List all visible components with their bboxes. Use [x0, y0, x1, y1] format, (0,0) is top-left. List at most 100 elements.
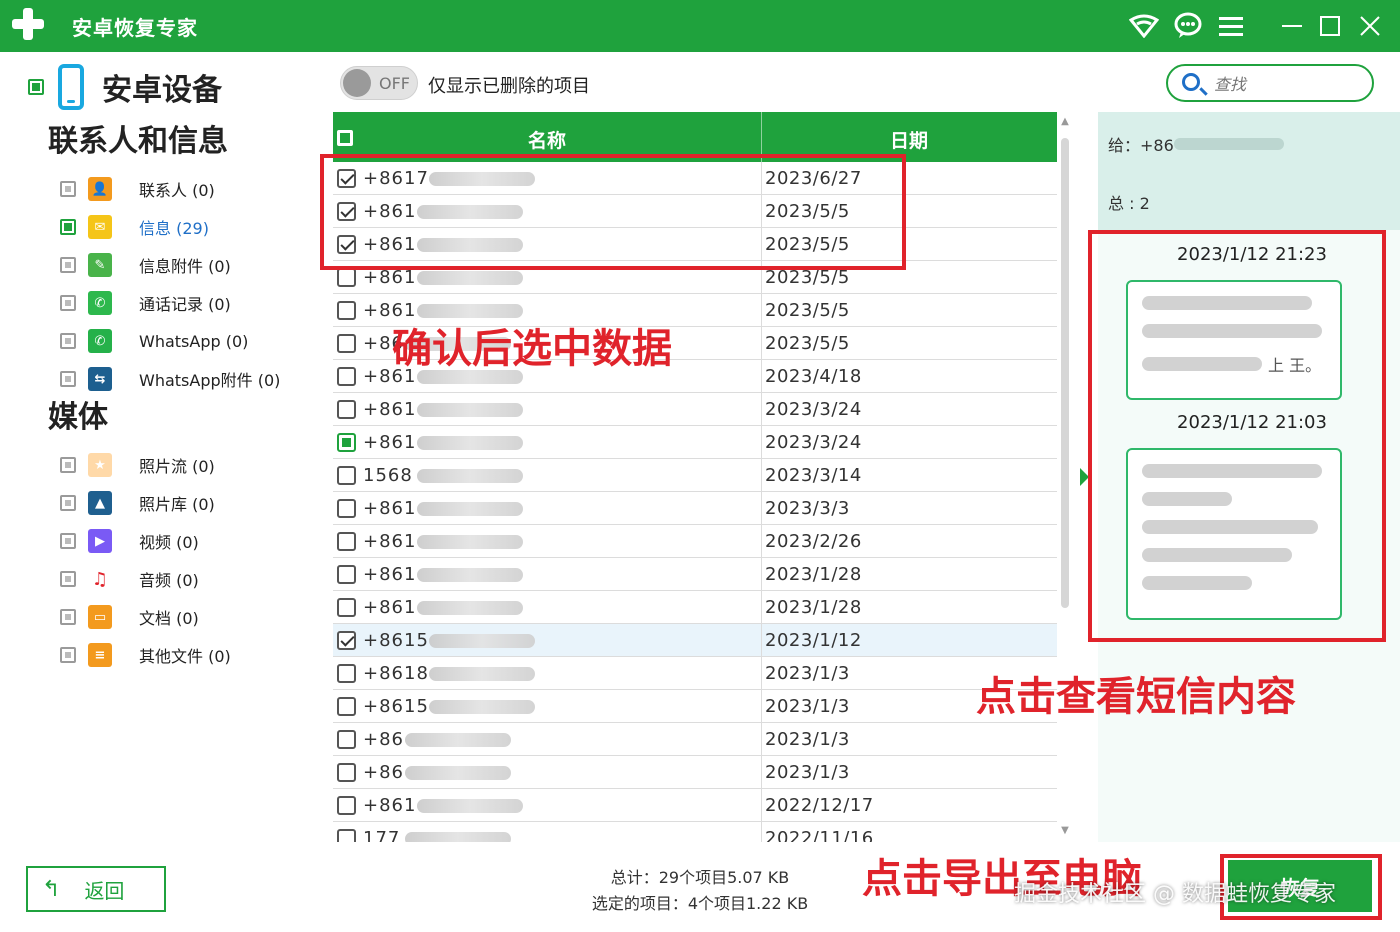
row-checkbox[interactable]: [337, 268, 356, 287]
sidebar-item-label: 照片库 (0): [139, 495, 215, 514]
table-row[interactable]: +86 2023/1/3: [333, 723, 1057, 756]
scrollbar-thumb[interactable]: [1061, 138, 1069, 608]
row-checkbox[interactable]: [337, 433, 356, 452]
search-input[interactable]: [1214, 72, 1354, 96]
row-date: 2023/5/5: [765, 267, 850, 288]
row-date: 2023/5/5: [765, 300, 850, 321]
chat-icon[interactable]: [1170, 8, 1206, 44]
table-row[interactable]: +86 2023/1/3: [333, 756, 1057, 789]
sidebar-item-other-files[interactable]: ≡ 其他文件 (0): [60, 642, 231, 668]
row-date: 2023/5/5: [765, 333, 850, 354]
row-checkbox[interactable]: [337, 796, 356, 815]
column-header-name[interactable]: 名称: [333, 126, 761, 153]
category-checkbox[interactable]: [60, 647, 76, 663]
category-checkbox[interactable]: [60, 571, 76, 587]
row-number-blurred: [417, 403, 523, 417]
row-phone-number: +861: [363, 267, 417, 288]
table-row[interactable]: +861 2023/3/24: [333, 426, 1057, 459]
sidebar-item-photo-stream[interactable]: ★ 照片流 (0): [60, 452, 215, 478]
row-checkbox[interactable]: [337, 730, 356, 749]
sidebar-item-label: WhatsApp (0): [139, 331, 249, 351]
back-button[interactable]: ↰ 返回: [26, 866, 166, 912]
table-row[interactable]: +861 2023/3/3: [333, 492, 1057, 525]
row-checkbox[interactable]: [337, 400, 356, 419]
sidebar-item-contacts[interactable]: 👤 联系人 (0): [60, 176, 215, 202]
table-row[interactable]: +861 2022/12/17: [333, 789, 1057, 822]
row-checkbox[interactable]: [337, 334, 356, 353]
table-row[interactable]: 1568 2023/3/14: [333, 459, 1057, 492]
sidebar-item-document[interactable]: ▭ 文档 (0): [60, 604, 199, 630]
scroll-down-icon[interactable]: ▼: [1059, 825, 1071, 836]
row-checkbox[interactable]: [337, 829, 356, 842]
row-checkbox[interactable]: [337, 499, 356, 518]
sidebar-item-video[interactable]: ▶ 视频 (0): [60, 528, 199, 554]
row-checkbox[interactable]: [337, 664, 356, 683]
row-number-blurred: [417, 601, 523, 615]
table-row[interactable]: +861 2023/3/24: [333, 393, 1057, 426]
back-button-label: 返回: [84, 878, 125, 903]
row-number-blurred: [417, 535, 523, 549]
category-checkbox[interactable]: [60, 495, 76, 511]
category-checkbox[interactable]: [60, 609, 76, 625]
row-date: 2022/11/16: [765, 828, 874, 842]
close-icon[interactable]: [1352, 8, 1388, 44]
maximize-icon[interactable]: [1312, 8, 1348, 44]
sidebar-item-messages[interactable]: ✉ 信息 (29): [60, 214, 209, 240]
device-row[interactable]: 安卓设备: [28, 62, 222, 112]
search-icon[interactable]: [1182, 73, 1200, 91]
table-row[interactable]: +861 2023/1/28: [333, 591, 1057, 624]
deleted-only-toggle[interactable]: OFF: [340, 66, 418, 100]
row-phone-number: +861: [363, 597, 417, 618]
row-checkbox[interactable]: [337, 763, 356, 782]
sidebar-item-whatsapp[interactable]: ✆ WhatsApp (0): [60, 328, 248, 354]
annotation-view-sms: 点击查看短信内容: [976, 674, 1296, 720]
minimize-icon[interactable]: [1274, 8, 1310, 44]
sidebar-item-photo-library[interactable]: ▲ 照片库 (0): [60, 490, 215, 516]
category-checkbox[interactable]: [60, 219, 76, 235]
photo-library-icon: ▲: [88, 491, 112, 515]
search-box[interactable]: [1166, 64, 1374, 102]
row-number-blurred: [429, 634, 535, 648]
category-checkbox[interactable]: [60, 457, 76, 473]
row-date: 2022/12/17: [765, 795, 874, 816]
wifi-icon[interactable]: [1126, 8, 1162, 44]
scroll-up-icon[interactable]: ▲: [1059, 116, 1071, 127]
sidebar-item-label: 文档 (0): [139, 609, 199, 628]
category-checkbox[interactable]: [60, 371, 76, 387]
row-checkbox[interactable]: [337, 598, 356, 617]
sidebar-item-attachment[interactable]: ✎ 信息附件 (0): [60, 252, 231, 278]
row-number-blurred: [417, 502, 523, 516]
app-window: 安卓恢复专家 安卓设备 联系人和信息 👤 联系人 (0) ✉ 信息 (29) ✎ 信息附件…: [0, 0, 1400, 932]
category-checkbox[interactable]: [60, 295, 76, 311]
device-checkbox[interactable]: [28, 79, 44, 95]
row-date: 2023/2/26: [765, 531, 862, 552]
row-checkbox[interactable]: [337, 367, 356, 386]
row-checkbox[interactable]: [337, 697, 356, 716]
category-checkbox[interactable]: [60, 257, 76, 273]
column-header-date[interactable]: 日期: [761, 126, 1057, 153]
sidebar-item-audio[interactable]: ♫ 音频 (0): [60, 566, 199, 592]
row-checkbox[interactable]: [337, 301, 356, 320]
menu-icon[interactable]: [1213, 8, 1249, 44]
table-row[interactable]: +8618 2023/1/3: [333, 657, 1057, 690]
row-phone-number: +8618: [363, 663, 429, 684]
sidebar-item-phone[interactable]: ✆ 通话记录 (0): [60, 290, 231, 316]
sidebar-item-label: WhatsApp附件 (0): [139, 371, 281, 390]
row-checkbox[interactable]: [337, 532, 356, 551]
table-scrollbar[interactable]: ▲ ▼: [1059, 116, 1071, 836]
row-checkbox[interactable]: [337, 631, 356, 650]
table-row[interactable]: +861 2023/1/28: [333, 558, 1057, 591]
recipient-label: 给：+86: [1108, 136, 1174, 155]
sidebar-item-whatsapp-attachment[interactable]: ⇆ WhatsApp附件 (0): [60, 366, 280, 392]
table-row[interactable]: 177 2022/11/16: [333, 822, 1057, 842]
app-logo-icon: [10, 6, 46, 42]
category-checkbox[interactable]: [60, 533, 76, 549]
table-row[interactable]: +8615 2023/1/3: [333, 690, 1057, 723]
table-row[interactable]: +861 2023/2/26: [333, 525, 1057, 558]
row-checkbox[interactable]: [337, 466, 356, 485]
row-checkbox[interactable]: [337, 565, 356, 584]
row-phone-number: +861: [363, 564, 417, 585]
table-row[interactable]: +8615 2023/1/12: [333, 624, 1057, 657]
category-checkbox[interactable]: [60, 333, 76, 349]
category-checkbox[interactable]: [60, 181, 76, 197]
